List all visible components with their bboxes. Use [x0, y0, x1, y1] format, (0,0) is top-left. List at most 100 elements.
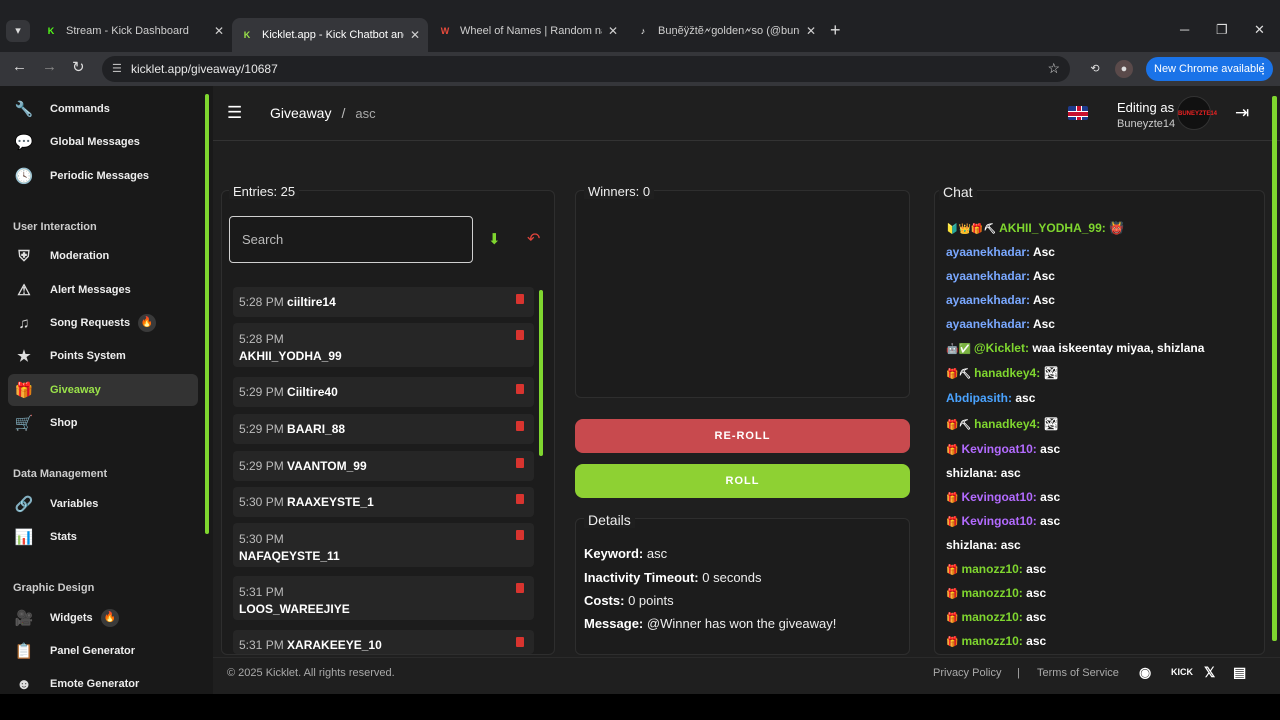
sidebar-item-points-system[interactable]: ★ Points System — [8, 340, 198, 372]
logout-icon[interactable]: ⇥ — [1235, 103, 1249, 123]
privacy-link[interactable]: Privacy Policy — [933, 667, 1001, 679]
roll-button[interactable]: ROLL — [575, 464, 910, 498]
chat-username[interactable]: @Kicklet: — [974, 341, 1029, 355]
chat-text: asc — [1026, 586, 1047, 600]
chat-message: 🎁 manozz10: asc — [946, 562, 1046, 576]
trash-icon[interactable] — [516, 330, 524, 340]
close-tab-icon[interactable]: ✕ — [410, 28, 420, 42]
new-tab-icon[interactable]: + — [830, 20, 841, 41]
uk-flag-icon[interactable] — [1068, 106, 1088, 120]
trash-icon[interactable] — [516, 421, 524, 431]
search-input[interactable] — [230, 217, 472, 262]
chat-username[interactable]: shizlana: — [946, 538, 997, 552]
trash-icon[interactable] — [516, 494, 524, 504]
sidebar-item-panel-generator[interactable]: 📋 Panel Generator — [8, 635, 198, 667]
trash-icon[interactable] — [516, 458, 524, 468]
giveaway-name: asc — [355, 106, 376, 121]
chat-username[interactable]: manozz10: — [961, 586, 1022, 600]
tab-tiktok[interactable]: ♪ Buṉẽÿžtẽ🗲golden🗲so (@buneyz ✕ — [628, 18, 824, 44]
sidebar-item-widgets[interactable]: 🎥 Widgets 🔥 — [8, 602, 198, 634]
menu-toggle-icon[interactable]: ☰ — [227, 103, 242, 123]
chat-username[interactable]: hanadkey4: — [974, 366, 1040, 380]
chat-username[interactable]: hanadkey4: — [974, 417, 1040, 431]
avatar[interactable]: BUNEYZTE14 — [1177, 96, 1217, 130]
tab-title: Kicklet.app - Kick Chatbot and C — [262, 29, 404, 41]
clipboard-icon: 📋 — [14, 643, 34, 660]
entry-time: 5:31 PM — [239, 585, 284, 599]
tab-wheel-of-names[interactable]: W Wheel of Names | Random nam ✕ — [430, 18, 626, 44]
fire-badge-icon: 🔥 — [138, 314, 157, 332]
chat-username[interactable]: ayaanekhadar: — [946, 317, 1030, 331]
entry-name: ciiltire14 — [287, 295, 336, 309]
close-tab-icon[interactable]: ✕ — [806, 24, 816, 38]
extension-icon[interactable]: ⟲ — [1086, 60, 1104, 78]
sidebar-item-moderation[interactable]: ⛨ Moderation — [8, 240, 198, 272]
sidebar-item-global-messages[interactable]: 💬 Global Messages — [8, 126, 198, 158]
sidebar-item-stats[interactable]: 📊 Stats — [8, 521, 198, 553]
sidebar-item-periodic-messages[interactable]: 🕓 Periodic Messages — [8, 160, 198, 192]
tab-title: Stream - Kick Dashboard — [66, 25, 189, 37]
site-info-icon[interactable]: ☰ — [112, 62, 122, 75]
entries-scrollbar[interactable] — [539, 290, 543, 456]
chat-username[interactable]: manozz10: — [961, 562, 1022, 576]
sidebar-item-emote-generator[interactable]: ☻ Emote Generator — [8, 668, 198, 694]
close-tab-icon[interactable]: ✕ — [608, 24, 618, 38]
chat-username[interactable]: Kevingoat10: — [961, 442, 1036, 456]
omnibox[interactable]: ☰ kicklet.app/giveaway/10687 ☆ — [102, 56, 1070, 82]
trash-icon[interactable] — [516, 637, 524, 647]
trash-icon[interactable] — [516, 294, 524, 304]
url-text[interactable]: kicklet.app/giveaway/10687 — [131, 62, 278, 76]
new-chrome-button[interactable]: New Chrome available — [1146, 57, 1273, 81]
document-icon[interactable]: ▤ — [1233, 664, 1246, 681]
chat-username[interactable]: ayaanekhadar: — [946, 293, 1030, 307]
trash-icon[interactable] — [516, 583, 524, 593]
trash-icon[interactable] — [516, 384, 524, 394]
sidebar-item-commands[interactable]: 🔧 Commands — [8, 93, 198, 125]
entry-time: 5:30 PM — [239, 532, 284, 546]
tab-kick-dashboard[interactable]: K Stream - Kick Dashboard ✕ — [36, 18, 232, 44]
sidebar-item-alert-messages[interactable]: ⚠ Alert Messages — [8, 274, 198, 306]
download-icon[interactable]: ⬇ — [488, 230, 501, 248]
close-tab-icon[interactable]: ✕ — [214, 24, 224, 38]
chat-username[interactable]: AKHII_YODHA_99: — [999, 221, 1106, 235]
restore-icon[interactable]: ❐ — [1216, 22, 1228, 38]
main-scrollbar[interactable] — [1272, 96, 1277, 641]
chat-username[interactable]: Abdipasith: — [946, 391, 1012, 405]
chat-username[interactable]: ayaanekhadar: — [946, 269, 1030, 283]
search-field[interactable] — [229, 216, 473, 263]
sidebar-item-variables[interactable]: 🔗 Variables — [8, 488, 198, 520]
chat-username[interactable]: Kevingoat10: — [961, 514, 1036, 528]
close-window-icon[interactable]: ✕ — [1254, 22, 1265, 38]
entry-time: 5:29 PM — [239, 422, 284, 436]
chrome-menu-icon[interactable]: ⋮ — [1256, 60, 1270, 77]
bookmark-star-icon[interactable]: ☆ — [1047, 60, 1060, 77]
sidebar-item-giveaway[interactable]: 🎁 Giveaway — [8, 374, 198, 406]
back-icon[interactable]: ← — [12, 58, 27, 75]
chat-username[interactable]: shizlana: — [946, 466, 997, 480]
undo-icon[interactable]: ↶ — [527, 229, 540, 249]
chat-username[interactable]: ayaanekhadar: — [946, 245, 1030, 259]
kick-icon[interactable]: KICK — [1171, 667, 1193, 677]
chat-username[interactable]: manozz10: — [961, 634, 1022, 648]
sidebar-item-song-requests[interactable]: ♫ Song Requests 🔥 — [8, 307, 198, 339]
minimize-icon[interactable]: ─ — [1180, 22, 1189, 37]
reload-icon[interactable]: ↻ — [72, 58, 85, 76]
trash-icon[interactable] — [516, 530, 524, 540]
tab-search-icon[interactable]: ▾ — [6, 20, 30, 42]
chat-username[interactable]: manozz10: — [961, 610, 1022, 624]
tab-title: Wheel of Names | Random nam — [460, 25, 602, 37]
reroll-button[interactable]: RE-ROLL — [575, 419, 910, 453]
sidebar-item-label: Widgets — [50, 612, 93, 624]
tab-kicklet[interactable]: K Kicklet.app - Kick Chatbot and C ✕ — [232, 18, 428, 52]
user-badges-icon: 🎁⛏ — [946, 420, 972, 431]
entry-name: Ciiltire40 — [287, 385, 338, 399]
discord-icon[interactable]: ◉ — [1139, 664, 1151, 681]
chat-username[interactable]: Kevingoat10: — [961, 490, 1036, 504]
warning-icon: ⚠ — [17, 282, 31, 299]
x-twitter-icon[interactable]: 𝕏 — [1204, 664, 1215, 681]
sidebar-scrollbar[interactable] — [205, 94, 209, 534]
terms-link[interactable]: Terms of Service — [1037, 667, 1119, 679]
sidebar-item-shop[interactable]: 🛒 Shop — [8, 407, 198, 439]
forward-icon[interactable]: → — [42, 58, 57, 75]
profile-avatar[interactable]: ● — [1115, 60, 1133, 78]
